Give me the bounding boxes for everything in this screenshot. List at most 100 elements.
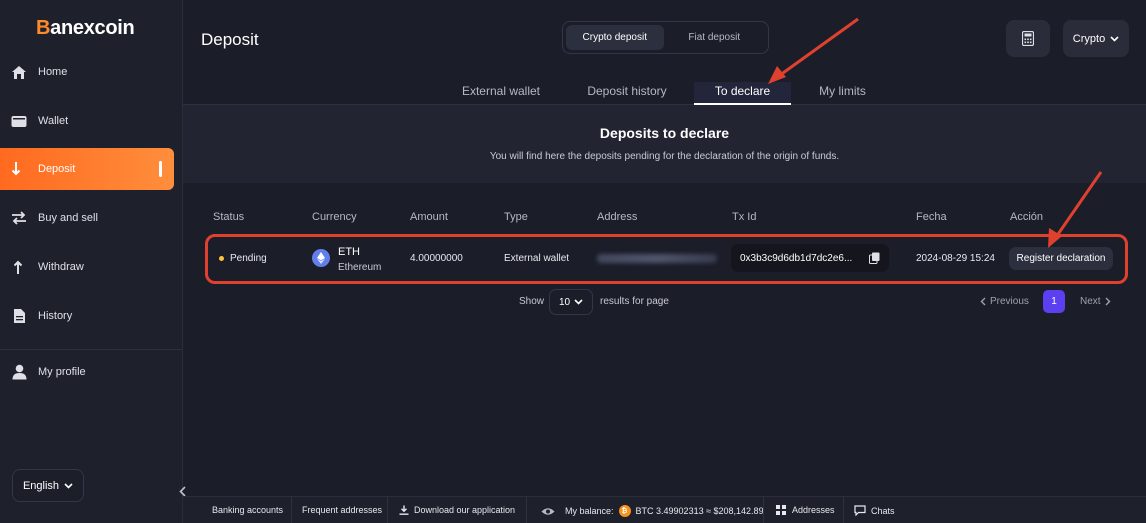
declare-banner <box>183 105 1146 183</box>
document-icon <box>10 307 28 325</box>
sidebar-item-buy-and-sell[interactable]: Buy and sell <box>0 197 174 239</box>
chevron-right-icon <box>1105 297 1111 306</box>
bitcoin-icon: ₿ <box>618 505 631 517</box>
column-header-date: Fecha <box>916 211 947 223</box>
chat-icon <box>854 505 866 516</box>
page-number-current[interactable]: 1 <box>1043 290 1065 313</box>
register-declaration-button[interactable]: Register declaration <box>1009 247 1113 270</box>
chevron-down-icon <box>1110 35 1119 42</box>
frequent-addresses-link[interactable]: Frequent addresses <box>302 505 382 515</box>
currency-type-dropdown[interactable]: Crypto <box>1063 20 1129 57</box>
sidebar-item-wallet[interactable]: Wallet <box>0 100 174 142</box>
active-indicator <box>159 161 162 177</box>
arrow-down-icon <box>10 160 28 178</box>
footer-divider <box>843 497 844 523</box>
sidebar-item-label: My profile <box>38 366 86 378</box>
sidebar: Banexcoin Home Wallet Deposit Buy and se… <box>0 0 183 523</box>
status-label: Pending <box>230 253 267 264</box>
sidebar-item-withdraw[interactable]: Withdraw <box>0 246 174 288</box>
calculator-button[interactable] <box>1006 20 1050 57</box>
page-size-select[interactable]: 10 <box>549 289 593 315</box>
sidebar-item-label: History <box>38 310 73 322</box>
chevron-down-icon <box>574 299 583 305</box>
crypto-deposit-option[interactable]: Crypto deposit <box>566 25 664 50</box>
chats-link[interactable]: Chats <box>854 505 895 516</box>
column-header-action: Acción <box>1010 211 1044 223</box>
previous-page-button[interactable]: Previous <box>980 296 1029 307</box>
tab-to-declare[interactable]: To declare <box>694 82 791 105</box>
banexcoin-logo[interactable]: Banexcoin <box>36 17 135 40</box>
sidebar-divider <box>0 349 182 350</box>
arrow-up-icon <box>10 258 28 276</box>
show-label: Show <box>519 296 545 307</box>
chevron-left-icon <box>178 485 186 497</box>
type-value: External wallet <box>504 253 570 264</box>
declare-title: Deposits to declare <box>599 125 730 141</box>
tx-id-value: 0x3b3c9d6db1d7dc2e6... <box>740 252 853 264</box>
sidebar-item-my-profile[interactable]: My profile <box>0 351 174 393</box>
currency-type-label: Crypto <box>1072 32 1106 45</box>
address-blurred <box>597 254 717 263</box>
ethereum-icon <box>312 249 330 267</box>
sidebar-item-history[interactable]: History <box>0 295 174 337</box>
date-value: 2024-08-29 15:24 <box>916 253 995 264</box>
language-label: English <box>22 479 60 492</box>
addresses-link[interactable]: Addresses <box>776 505 835 515</box>
tab-deposit-history[interactable]: Deposit history <box>578 84 676 104</box>
balance-value: BTC 3.49902313 ≈ $208,142.89 <box>635 506 764 516</box>
grid-icon <box>776 505 786 515</box>
chevron-down-icon <box>64 482 73 489</box>
swap-icon <box>10 209 28 227</box>
download-app-link[interactable]: Download our application <box>399 505 515 515</box>
amount-value: 4.00000000 <box>410 253 463 264</box>
column-header-type: Type <box>504 211 528 223</box>
per-page-label: results for page <box>600 296 669 307</box>
sidebar-item-label: Withdraw <box>38 261 84 273</box>
tab-my-limits[interactable]: My limits <box>810 84 875 104</box>
download-label: Download our application <box>414 505 516 515</box>
chats-label: Chats <box>871 505 895 516</box>
sidebar-item-label: Buy and sell <box>38 212 98 224</box>
column-header-status: Status <box>213 211 245 223</box>
sidebar-item-label: Deposit <box>38 163 76 175</box>
download-icon <box>399 505 409 515</box>
copy-icon[interactable] <box>869 252 880 264</box>
currency-name: Ethereum <box>338 262 382 273</box>
sidebar-item-label: Wallet <box>38 115 69 127</box>
tab-external-wallet[interactable]: External wallet <box>455 84 547 104</box>
addresses-label: Addresses <box>792 505 835 515</box>
page-size-value: 10 <box>558 296 571 308</box>
tx-id-field: 0x3b3c9d6db1d7dc2e6... <box>731 244 889 272</box>
previous-label: Previous <box>990 296 1029 307</box>
banking-accounts-link[interactable]: Banking accounts <box>212 505 283 515</box>
next-label: Next <box>1080 296 1101 307</box>
currency-code: ETH <box>338 246 360 258</box>
balance-display: My balance: ₿ BTC 3.49902313 ≈ $208,142.… <box>541 505 764 517</box>
sidebar-item-deposit[interactable]: Deposit <box>0 148 174 190</box>
language-selector[interactable]: English <box>12 469 84 502</box>
footer-divider <box>526 497 527 523</box>
column-header-tx-id: Tx Id <box>732 211 757 223</box>
next-page-button[interactable]: Next <box>1080 296 1111 307</box>
eye-icon[interactable] <box>541 507 555 516</box>
footer-divider <box>291 497 292 523</box>
sidebar-item-label: Home <box>38 66 68 78</box>
footer-divider <box>387 497 388 523</box>
balance-label: My balance: <box>565 506 614 516</box>
home-icon <box>10 63 28 81</box>
user-icon <box>10 363 28 381</box>
chevron-left-icon <box>980 297 986 306</box>
column-header-amount: Amount <box>410 211 448 223</box>
fiat-deposit-option[interactable]: Fiat deposit <box>664 25 765 50</box>
sidebar-item-home[interactable]: Home <box>0 51 174 93</box>
footer-divider <box>763 497 764 523</box>
arrow-to-tab-annotation <box>775 17 859 80</box>
declare-subtitle: You will find here the deposits pending … <box>489 151 840 162</box>
column-header-currency: Currency <box>312 211 357 223</box>
calculator-icon <box>1022 31 1034 46</box>
wallet-icon <box>10 112 28 130</box>
column-header-address: Address <box>597 211 638 223</box>
pending-status-dot <box>219 256 224 261</box>
deposit-type-switch: Crypto deposit Fiat deposit <box>562 21 769 54</box>
page-title: Deposit <box>201 30 259 49</box>
